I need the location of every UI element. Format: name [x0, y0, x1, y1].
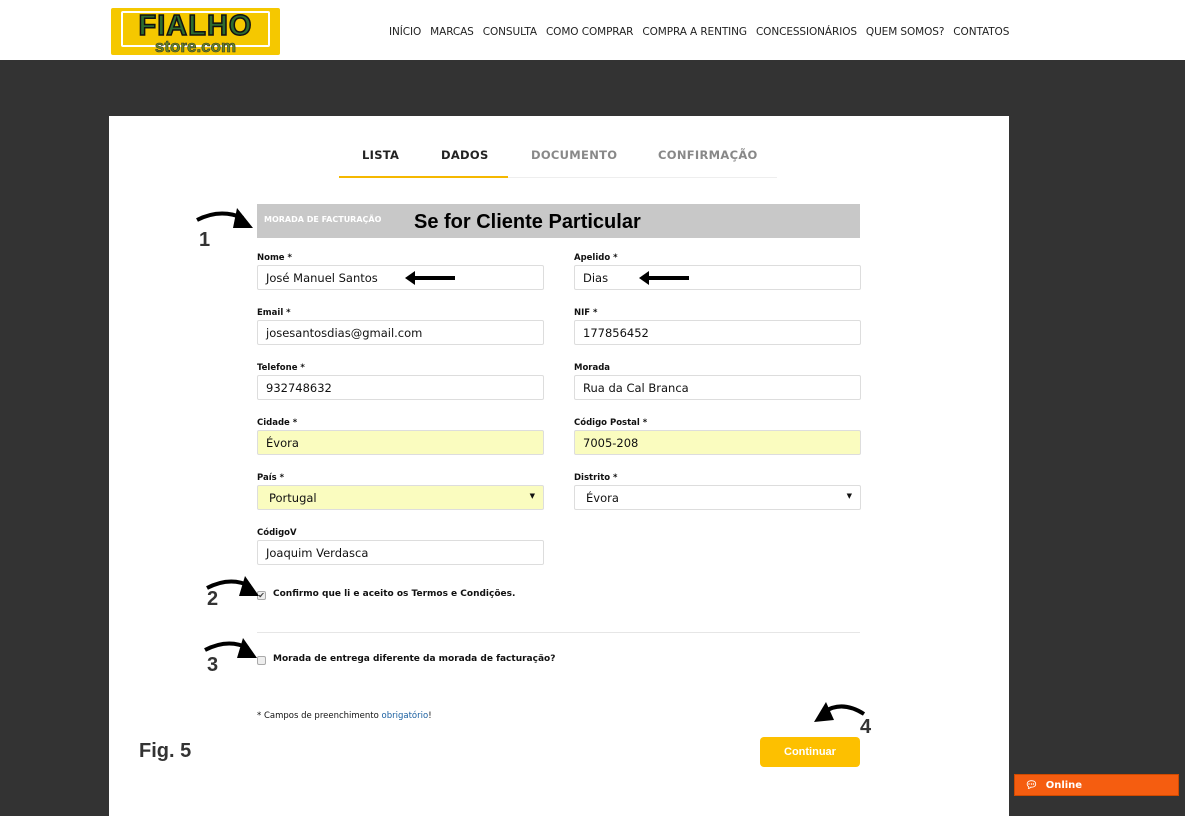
chat-label: Online	[1045, 780, 1083, 791]
pais-label: País *	[257, 473, 285, 483]
caret-down-icon: ▼	[846, 492, 852, 500]
annotation-number: 4	[860, 716, 872, 738]
nav-inicio[interactable]: INÍCIO	[389, 26, 421, 38]
active-tab-indicator	[339, 176, 508, 178]
codigo-postal-input[interactable]: 7005-208	[574, 430, 861, 455]
nif-input[interactable]: 177856452	[574, 320, 861, 345]
required-note: * Campos de preenchimento obrigatório!	[257, 711, 432, 721]
chat-widget[interactable]: 💬︎ Online	[1014, 774, 1179, 796]
nav-concessionarios[interactable]: CONCESSIONÁRIOS	[756, 26, 857, 38]
telefone-label: Telefone *	[257, 363, 305, 373]
nif-label: NIF *	[574, 308, 598, 318]
nav-quem-somos[interactable]: QUEM SOMOS?	[866, 26, 944, 38]
continue-button[interactable]: Continuar	[760, 737, 860, 767]
nav-consulta[interactable]: CONSULTA	[483, 26, 537, 38]
arrow-left-icon	[405, 271, 455, 285]
divider	[257, 632, 860, 633]
email-label: Email *	[257, 308, 291, 318]
terms-label: Confirmo que li e aceito os Termos e Con…	[273, 589, 516, 599]
nav-marcas[interactable]: MARCAS	[430, 26, 474, 38]
different-address-checkbox[interactable]	[257, 656, 266, 665]
email-input[interactable]: josesantosdias@gmail.com	[257, 320, 544, 345]
annotation-number: 2	[207, 588, 219, 610]
annotation-text: Se for Cliente Particular	[414, 211, 641, 233]
distrito-label: Distrito *	[574, 473, 618, 483]
telefone-input[interactable]: 932748632	[257, 375, 544, 400]
checkout-steps: LISTA DADOS DOCUMENTO CONFIRMAÇÃO	[339, 146, 777, 178]
chat-bubble-icon: 💬︎	[1025, 780, 1038, 791]
cidade-label: Cidade *	[257, 418, 298, 428]
codigo-postal-label: Código Postal *	[574, 418, 648, 428]
morada-input[interactable]: Rua da Cal Branca	[574, 375, 861, 400]
tab-lista[interactable]: LISTA	[362, 148, 399, 162]
cidade-input[interactable]: Évora	[257, 430, 544, 455]
required-link[interactable]: obrigatório	[382, 711, 429, 721]
codigov-input[interactable]: Joaquim Verdasca	[257, 540, 544, 565]
section-title: MORADA DE FACTURAÇÃO	[264, 215, 382, 224]
tab-confirmacao[interactable]: CONFIRMAÇÃO	[658, 148, 758, 162]
annotation-number: 3	[207, 654, 219, 676]
arrow-left-icon	[639, 271, 689, 285]
pais-value: Portugal	[269, 491, 317, 505]
logo[interactable]: FIALHO store.com	[111, 8, 280, 55]
pais-select[interactable]: Portugal ▼	[257, 485, 544, 510]
nav-renting[interactable]: COMPRA A RENTING	[642, 26, 747, 38]
nome-label: Nome *	[257, 253, 292, 263]
curved-arrow-icon	[814, 702, 866, 722]
tab-documento[interactable]: DOCUMENTO	[531, 148, 617, 162]
different-address-label: Morada de entrega diferente da morada de…	[273, 654, 556, 664]
figure-caption: Fig. 5	[139, 740, 192, 762]
nav-contatos[interactable]: CONTATOS	[953, 26, 1009, 38]
codigov-label: CódigoV	[257, 528, 297, 538]
site-header: FIALHO store.com INÍCIO MARCAS CONSULTA C…	[0, 0, 1185, 60]
caret-down-icon: ▼	[529, 492, 535, 500]
distrito-select[interactable]: Évora ▼	[574, 485, 861, 510]
distrito-value: Évora	[586, 491, 619, 505]
morada-label: Morada	[574, 363, 611, 373]
tab-dados[interactable]: DADOS	[441, 148, 489, 162]
nome-input[interactable]: José Manuel Santos	[257, 265, 544, 290]
section-header: MORADA DE FACTURAÇÃO Se for Cliente Part…	[257, 204, 860, 238]
annotation-number: 1	[199, 229, 211, 251]
apelido-input[interactable]: Dias	[574, 265, 861, 290]
main-nav: INÍCIO MARCAS CONSULTA COMO COMPRAR COMP…	[389, 26, 1009, 38]
apelido-label: Apelido *	[574, 253, 618, 263]
nav-como-comprar[interactable]: COMO COMPRAR	[546, 26, 634, 38]
